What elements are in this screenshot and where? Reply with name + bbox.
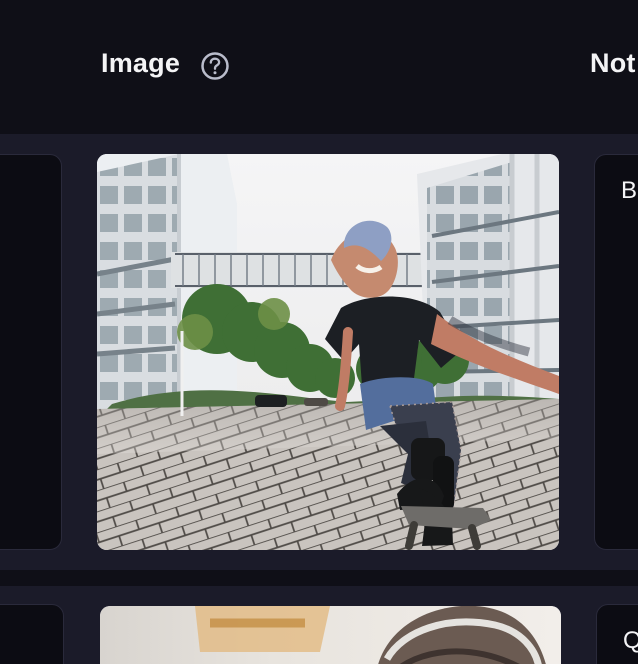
notes-preview-text: B	[621, 177, 638, 204]
table-row: B	[0, 134, 638, 570]
table-row: Q	[0, 586, 638, 664]
right-notes-card[interactable]: Q	[596, 604, 638, 664]
right-notes-card[interactable]: B	[594, 154, 638, 550]
left-cell-card[interactable]	[0, 604, 64, 664]
table-view: Image Not B	[0, 0, 638, 664]
left-cell-card[interactable]	[0, 154, 62, 550]
notes-preview-text: Q	[623, 627, 638, 655]
skateboarder-photo[interactable]	[97, 154, 559, 550]
image-column-title: Image	[101, 48, 181, 78]
row-divider	[0, 570, 638, 586]
notes-column-title: Not	[590, 48, 636, 78]
portrait-photo[interactable]	[100, 606, 561, 664]
help-circle-icon[interactable]	[200, 51, 230, 81]
table-header: Image Not	[0, 0, 638, 134]
